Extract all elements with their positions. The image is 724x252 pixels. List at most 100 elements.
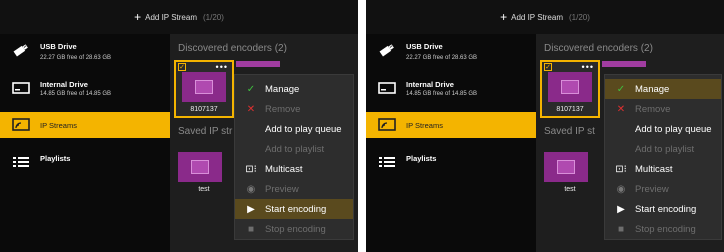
more-options-icon[interactable]: ••• — [582, 62, 594, 72]
encoder-thumbnail — [548, 72, 592, 102]
add-icon[interactable]: + — [134, 10, 141, 24]
add-ip-stream-button[interactable]: Add IP Stream — [511, 13, 563, 22]
stream-count: (1/20) — [203, 12, 224, 22]
menu-item-manage[interactable]: ✓ Manage — [235, 79, 353, 99]
sidebar-item-internal-drive[interactable]: Internal Drive 14.85 GB free of 14.85 GB — [366, 80, 536, 97]
sidebar-item-internal-drive[interactable]: Internal Drive 14.85 GB free of 14.85 GB — [0, 80, 170, 97]
menu-item-label: Add to playlist — [635, 143, 695, 155]
sidebar-item-label: IP Streams — [40, 120, 77, 130]
menu-item-label: Add to play queue — [635, 123, 712, 135]
multicast-icon: ⊡⁝ — [615, 163, 627, 175]
usb-drive-icon — [376, 42, 398, 58]
add-icon[interactable]: + — [500, 10, 507, 24]
menu-item-add-to-play-queue[interactable]: Add to play queue — [605, 119, 721, 139]
menu-item-label: Start encoding — [265, 203, 327, 215]
sidebar-item-label: Internal Drive — [406, 80, 454, 89]
menu-item-multicast[interactable]: ⊡⁝ Multicast — [605, 159, 721, 179]
multicast-icon: ⊡⁝ — [245, 163, 257, 175]
top-bar: + Add IP Stream (1/20) — [366, 0, 724, 34]
app-window-right: + Add IP Stream (1/20) USB Drive 22.27 GB… — [366, 0, 724, 252]
menu-item-label: Preview — [265, 183, 299, 195]
ip-streams-icon — [10, 117, 32, 133]
stop-icon: ■ — [617, 223, 625, 235]
menu-item-start-encoding[interactable]: ▶ Start encoding — [605, 199, 721, 219]
menu-item-label: Multicast — [265, 163, 303, 175]
menu-item-label: Remove — [635, 103, 671, 115]
encoder-tile[interactable]: ✓ ••• 8107137 — [540, 60, 600, 118]
sidebar-item-ip-streams[interactable]: IP Streams — [0, 112, 170, 138]
close-icon: ✕ — [616, 103, 626, 115]
sidebar-item-label: USB Drive — [40, 42, 77, 51]
menu-item-label: Multicast — [635, 163, 673, 175]
menu-item-manage[interactable]: ✓ Manage — [605, 79, 721, 99]
encoder-tile-2[interactable] — [236, 61, 280, 67]
sidebar: USB Drive 22.27 GB free of 28.63 GB Inter… — [0, 34, 170, 252]
menu-item-stop-encoding[interactable]: ■ Stop encoding — [235, 219, 353, 239]
eye-icon: ◉ — [246, 183, 256, 195]
sidebar-item-label: Playlists — [406, 154, 437, 163]
menu-item-label: Start encoding — [635, 203, 697, 215]
menu-item-label: Manage — [635, 83, 670, 95]
sidebar: USB Drive 22.27 GB free of 28.63 GB Inter… — [366, 34, 536, 252]
menu-item-start-encoding[interactable]: ▶ Start encoding — [235, 199, 353, 219]
saved-stream-thumbnail — [544, 152, 588, 182]
menu-item-label: Add to play queue — [265, 123, 342, 135]
saved-stream-label: test — [198, 186, 210, 193]
eye-icon: ◉ — [616, 183, 626, 195]
stop-icon: ■ — [247, 223, 255, 235]
encoder-label: 8107137 — [190, 106, 218, 113]
saved-stream-tile[interactable]: test — [174, 148, 234, 200]
usb-drive-free-space: 22.27 GB free of 28.63 GB — [40, 55, 112, 61]
ip-streams-icon — [376, 117, 398, 133]
menu-item-label: Stop encoding — [635, 223, 696, 235]
internal-drive-free-space: 14.85 GB free of 14.85 GB — [406, 91, 478, 97]
saved-stream-label: test — [564, 186, 576, 193]
usb-drive-free-space: 22.27 GB free of 28.63 GB — [406, 55, 478, 61]
encoder-tile-2[interactable] — [602, 61, 646, 67]
saved-stream-thumbnail — [178, 152, 222, 182]
check-icon: ✓ — [246, 83, 256, 95]
stream-count: (1/20) — [569, 12, 590, 22]
content-area: Discovered encoders (2) ✓ ••• 8107137 Sa… — [536, 34, 724, 252]
menu-item-remove[interactable]: ✕ Remove — [235, 99, 353, 119]
menu-item-preview[interactable]: ◉ Preview — [235, 179, 353, 199]
menu-item-multicast[interactable]: ⊡⁝ Multicast — [235, 159, 353, 179]
menu-item-preview[interactable]: ◉ Preview — [605, 179, 721, 199]
checkbox-checked-icon[interactable]: ✓ — [544, 63, 552, 71]
saved-stream-tile[interactable]: test — [540, 148, 600, 200]
sidebar-item-playlists[interactable]: Playlists — [366, 154, 536, 170]
internal-drive-icon — [376, 80, 398, 96]
app-window-left: + Add IP Stream (1/20) USB Drive 22.27 GB… — [0, 0, 358, 252]
menu-item-add-to-playlist[interactable]: Add to playlist — [605, 139, 721, 159]
encoder-thumbnail — [182, 72, 226, 102]
sidebar-item-ip-streams[interactable]: IP Streams — [366, 112, 536, 138]
checkbox-checked-icon[interactable]: ✓ — [178, 63, 186, 71]
menu-item-add-to-playlist[interactable]: Add to playlist — [235, 139, 353, 159]
discovered-encoders-title: Discovered encoders (2) — [178, 43, 287, 54]
menu-item-label: Stop encoding — [265, 223, 326, 235]
encoder-tile[interactable]: ✓ ••• 8107137 — [174, 60, 234, 118]
discovered-encoders-title: Discovered encoders (2) — [544, 43, 653, 54]
saved-ip-streams-title: Saved IP st — [544, 126, 595, 137]
sidebar-item-label: Internal Drive — [40, 80, 88, 89]
add-ip-stream-button[interactable]: Add IP Stream — [145, 13, 197, 22]
more-options-icon[interactable]: ••• — [216, 62, 228, 72]
play-icon: ▶ — [247, 203, 255, 215]
menu-item-label: Manage — [265, 83, 300, 95]
internal-drive-free-space: 14.85 GB free of 14.85 GB — [40, 91, 112, 97]
playlists-icon — [10, 154, 32, 170]
menu-item-remove[interactable]: ✕ Remove — [605, 99, 721, 119]
sidebar-item-label: USB Drive — [406, 42, 443, 51]
menu-item-label: Preview — [635, 183, 669, 195]
menu-item-stop-encoding[interactable]: ■ Stop encoding — [605, 219, 721, 239]
saved-ip-streams-title: Saved IP str — [178, 126, 233, 137]
close-icon: ✕ — [246, 103, 256, 115]
sidebar-item-playlists[interactable]: Playlists — [0, 154, 170, 170]
sidebar-item-usb-drive[interactable]: USB Drive 22.27 GB free of 28.63 GB — [0, 42, 170, 61]
usb-drive-icon — [10, 42, 32, 58]
context-menu: ✓ Manage ✕ Remove Add to play queue Add to pl… — [604, 74, 722, 240]
menu-item-label: Add to playlist — [265, 143, 325, 155]
sidebar-item-usb-drive[interactable]: USB Drive 22.27 GB free of 28.63 GB — [366, 42, 536, 61]
playlists-icon — [376, 154, 398, 170]
menu-item-add-to-play-queue[interactable]: Add to play queue — [235, 119, 353, 139]
